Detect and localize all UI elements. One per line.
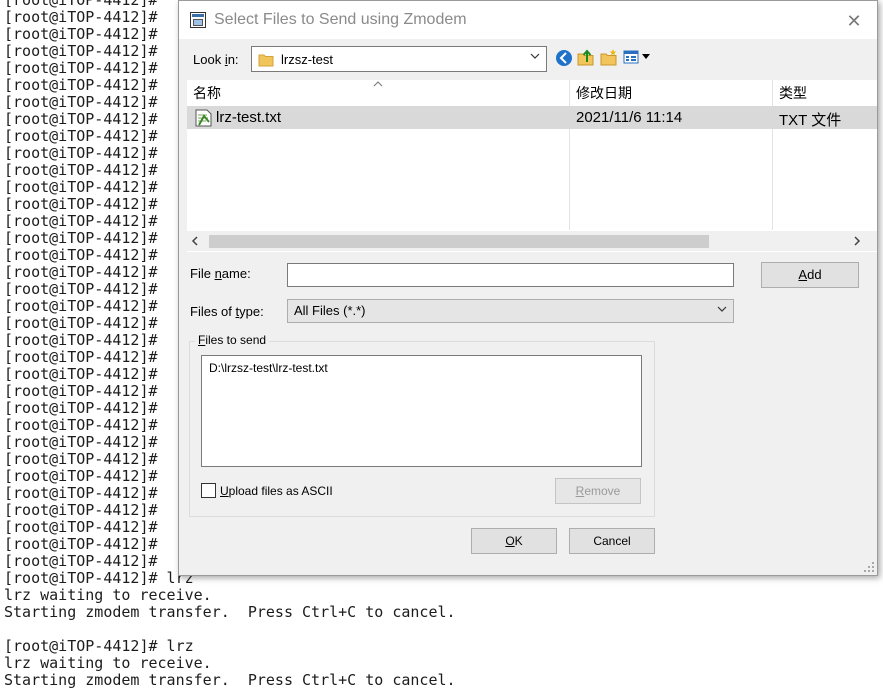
terminal-line: lrz waiting to receive. [4, 586, 212, 604]
terminal-line: [root@iTOP-4412]# [4, 212, 158, 230]
terminal-line: [root@iTOP-4412]# [4, 127, 158, 145]
cancel-button[interactable]: Cancel [569, 528, 655, 554]
terminal-line: [root@iTOP-4412]# [4, 280, 158, 298]
file-type-value: All Files (*.*) [294, 303, 366, 318]
back-icon[interactable] [555, 49, 573, 67]
view-menu-button[interactable] [623, 49, 653, 65]
file-name-cell: lrz-test.txt [216, 109, 282, 126]
terminal-line: [root@iTOP-4412]# [4, 42, 158, 60]
new-folder-icon[interactable] [600, 48, 618, 66]
scroll-left-icon[interactable] [191, 236, 199, 246]
dropdown-arrow-icon [642, 54, 650, 59]
terminal-line: lrz waiting to receive. [4, 654, 212, 672]
list-item[interactable]: D:\lrzsz-test\lrz-test.txt [209, 361, 328, 375]
terminal-line: [root@iTOP-4412]# [4, 331, 158, 349]
resize-grip-icon[interactable] [863, 561, 875, 573]
terminal-line: [root@iTOP-4412]# lrz [4, 569, 194, 587]
ok-button[interactable]: OK [471, 528, 557, 554]
terminal-line: [root@iTOP-4412]# [4, 93, 158, 111]
terminal-line: [root@iTOP-4412]# [4, 501, 158, 519]
scrollbar-thumb[interactable] [209, 235, 709, 248]
files-to-send-list[interactable]: D:\lrzsz-test\lrz-test.txt [201, 355, 642, 467]
add-button[interactable]: Add [761, 262, 859, 288]
terminal-line: [root@iTOP-4412]# [4, 365, 158, 383]
remove-button[interactable]: Remove [555, 478, 641, 504]
terminal-line: [root@iTOP-4412]# [4, 8, 158, 26]
file-date-cell: 2021/11/6 11:14 [576, 109, 683, 126]
look-in-value: lrzsz-test [281, 52, 333, 67]
column-divider [772, 80, 773, 230]
terminal-line: [root@iTOP-4412]# [4, 76, 158, 94]
dropdown-arrow-icon [530, 53, 540, 59]
look-in-combo[interactable]: lrzsz-test [251, 46, 547, 72]
terminal-line: [root@iTOP-4412]# [4, 467, 158, 485]
terminal-line: [root@iTOP-4412]# [4, 399, 158, 417]
terminal-line: [root@iTOP-4412]# lrz [4, 637, 194, 655]
file-row[interactable] [187, 106, 877, 129]
terminal-line: [root@iTOP-4412]# [4, 246, 158, 264]
terminal-line: [root@iTOP-4412]# [4, 348, 158, 366]
scroll-right-icon[interactable] [853, 236, 861, 246]
file-list[interactable]: 名称 修改日期 类型 lrz-test.txt 2021/11/6 11:14 … [187, 80, 877, 252]
file-type-select[interactable]: All Files (*.*) [287, 299, 734, 323]
text-file-icon [195, 109, 212, 127]
app-icon [190, 12, 206, 28]
terminal-line: [root@iTOP-4412]# [4, 178, 158, 196]
terminal-line: [root@iTOP-4412]# [4, 144, 158, 162]
terminal-line: [root@iTOP-4412]# [4, 433, 158, 451]
view-menu-icon [623, 50, 639, 64]
select-files-dialog: Select Files to Send using Zmodem ✕ Look… [178, 0, 878, 576]
terminal-line: [root@iTOP-4412]# [4, 161, 158, 179]
terminal-line: [root@iTOP-4412]# [4, 450, 158, 468]
column-header-type[interactable]: 类型 [773, 80, 877, 107]
terminal-line: [root@iTOP-4412]# [4, 297, 158, 315]
terminal-line: [root@iTOP-4412]# [4, 110, 158, 128]
column-divider [569, 80, 570, 230]
sort-arrow-icon [373, 81, 383, 87]
file-type-cell: TXT 文件 [779, 112, 842, 129]
terminal-line: [root@iTOP-4412]# [4, 552, 158, 570]
look-in-label: Look in: [193, 52, 239, 67]
terminal-line: [root@iTOP-4412]# [4, 59, 158, 77]
terminal-line: [root@iTOP-4412]# [4, 195, 158, 213]
files-to-send-label: Files to send [195, 333, 270, 347]
terminal-line: [root@iTOP-4412]# [4, 263, 158, 281]
file-name-label: File name: [190, 266, 251, 281]
dialog-titlebar[interactable]: Select Files to Send using Zmodem ✕ [179, 1, 877, 39]
terminal-line: [root@iTOP-4412]# [4, 25, 158, 43]
file-type-label: Files of type: [190, 304, 264, 319]
terminal-line: [root@iTOP-4412]# [4, 484, 158, 502]
terminal-line: [root@iTOP-4412]# [4, 382, 158, 400]
terminal-line: [root@iTOP-4412]# [4, 416, 158, 434]
horizontal-scrollbar[interactable] [187, 231, 877, 251]
upload-ascii-checkbox[interactable] [201, 483, 216, 498]
terminal-line: [root@iTOP-4412]# [4, 314, 158, 332]
column-header-date[interactable]: 修改日期 [570, 80, 773, 107]
dialog-title: Select Files to Send using Zmodem [214, 11, 467, 28]
dropdown-arrow-icon [717, 306, 727, 312]
up-folder-icon[interactable] [577, 48, 595, 66]
terminal-line: [root@iTOP-4412]# [4, 518, 158, 536]
upload-ascii-label[interactable]: Upload files as ASCII [220, 484, 333, 498]
terminal-line: Starting zmodem transfer. Press Ctrl+C t… [4, 671, 456, 689]
file-name-input[interactable] [287, 263, 734, 287]
terminal-line: [root@iTOP-4412]# [4, 535, 158, 553]
terminal-line: Starting zmodem transfer. Press Ctrl+C t… [4, 603, 456, 621]
terminal-line: [root@iTOP-4412]# [4, 229, 158, 247]
folder-icon [258, 54, 274, 67]
close-icon[interactable]: ✕ [842, 10, 866, 32]
